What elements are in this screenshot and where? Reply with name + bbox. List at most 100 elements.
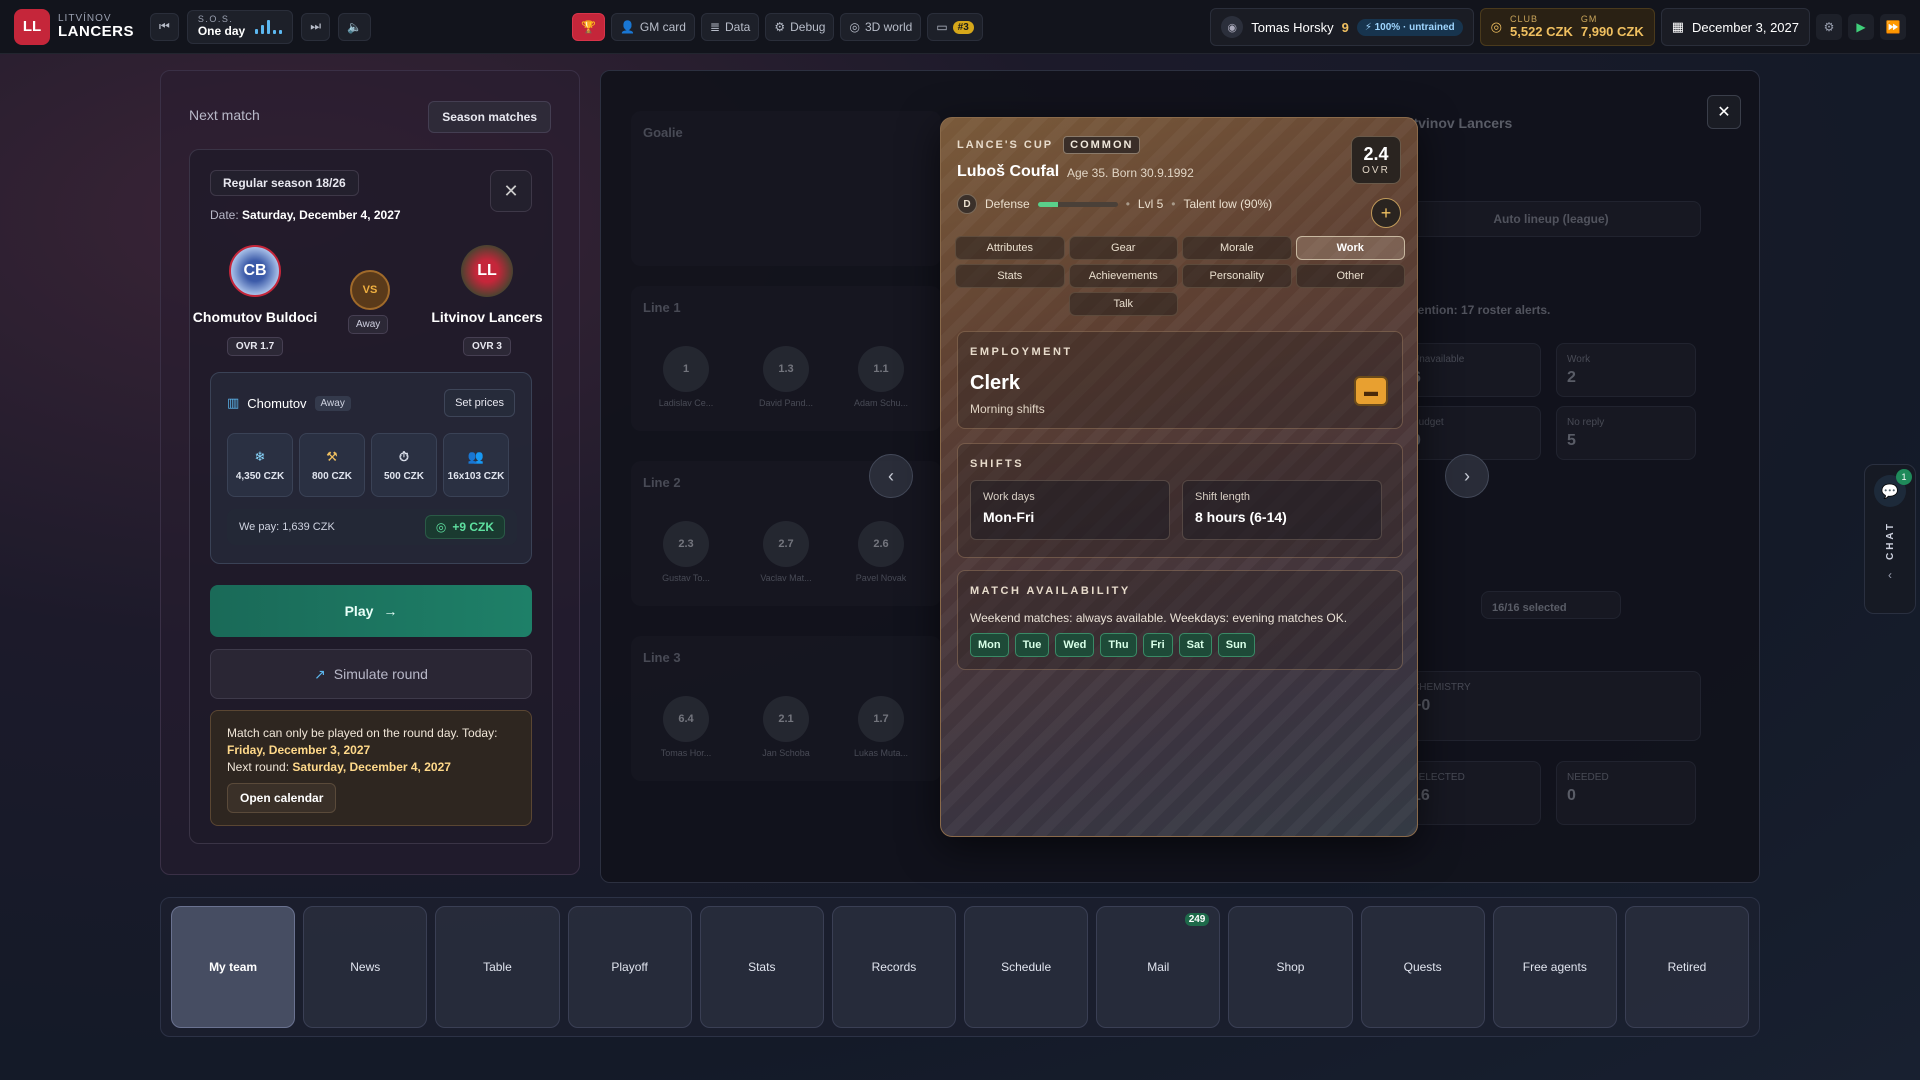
venue-name: Chomutov xyxy=(247,395,307,411)
gm-card-button[interactable]: 👤 GM card xyxy=(610,13,695,41)
coins-icon: ◎ xyxy=(435,520,447,534)
price-list: ❄ 4,350 CZK ⚒ 800 CZK ⏱ 500 CZK 👥 16x103 CZK xyxy=(227,433,509,497)
play-button[interactable]: Play → xyxy=(210,585,532,637)
availability-text: Weekend matches: always available. Weekd… xyxy=(970,611,1348,625)
availability-section: MATCH AVAILABILITY Weekend matches: alwa… xyxy=(957,570,1403,670)
add-button[interactable]: + xyxy=(1371,198,1401,228)
nav-quests[interactable]: Quests xyxy=(1360,906,1485,1028)
trend-up-icon: ↗ xyxy=(314,665,326,682)
prev-player-button[interactable]: ‹ xyxy=(869,454,913,498)
nav-records[interactable]: Records xyxy=(831,906,957,1028)
nav-shop[interactable]: Shop xyxy=(1228,906,1353,1028)
chat-rail[interactable]: 💬 1 CHAT ‹ xyxy=(1864,464,1916,614)
tab-personality[interactable]: Personality xyxy=(1182,264,1292,288)
money-box[interactable]: ◎ CLUB 5,522 CZK GM 7,990 CZK xyxy=(1479,8,1655,46)
nav-news[interactable]: News xyxy=(303,906,428,1028)
next-player-button[interactable]: › xyxy=(1445,454,1489,498)
away-crest: LL xyxy=(461,245,513,297)
venue-head: ▥ Chomutov Away xyxy=(227,395,351,411)
job-title: Clerk xyxy=(970,372,1021,394)
nav-mail[interactable]: Mail 249 xyxy=(1096,906,1221,1028)
play-icon[interactable]: ▶ xyxy=(1848,14,1874,40)
nav-table[interactable]: Table xyxy=(435,906,560,1028)
tab-attributes[interactable]: Attributes xyxy=(955,236,1065,260)
day-fri: Fri xyxy=(1142,633,1173,657)
skip-back-button[interactable]: ⏮ xyxy=(150,12,179,41)
hammer-icon: ⚒ xyxy=(326,448,338,464)
close-button[interactable]: ✕ xyxy=(1707,95,1741,129)
close-icon: ✕ xyxy=(1717,104,1731,121)
round-notice: Match can only be played on the round da… xyxy=(210,710,532,826)
venue-box: ▥ Chomutov Away Set prices ❄ 4,350 CZK ⚒ 8… xyxy=(210,372,532,564)
away-ovr: OVR 3 xyxy=(462,337,511,356)
home-crest: CB xyxy=(229,245,281,297)
database-icon: ≣ xyxy=(709,20,720,34)
club-logo[interactable]: LL xyxy=(14,8,50,45)
nav-free-agents[interactable]: Free agents xyxy=(1492,906,1617,1028)
inbox-button[interactable]: ▭ #3 xyxy=(927,13,983,41)
tab-gear[interactable]: Gear xyxy=(1068,236,1178,260)
venue-tag: Away xyxy=(314,395,351,411)
away-team[interactable]: LL Litvinov Lancers OVR 3 xyxy=(422,245,552,356)
trophy-button[interactable]: 🏆 xyxy=(572,13,605,41)
sound-button[interactable]: 🔈 xyxy=(338,12,371,41)
price-time: ⏱ 500 CZK xyxy=(371,433,437,497)
season-matches-button[interactable]: Season matches xyxy=(428,101,551,133)
player-card-modal: LANCE'S CUP COMMON Luboš Coufal Age 35. … xyxy=(940,117,1418,837)
swords-icon[interactable]: ✕ xyxy=(490,170,532,212)
level: Lvl 5 xyxy=(1137,197,1164,211)
chat-icon[interactable]: 💬 1 xyxy=(1874,469,1912,507)
chevron-right-icon: › xyxy=(1464,465,1470,486)
tab-work[interactable]: Work xyxy=(1295,236,1405,260)
simulate-round-button[interactable]: ↗ Simulate round xyxy=(210,649,532,699)
open-calendar-button[interactable]: Open calendar xyxy=(227,783,337,814)
nav-schedule[interactable]: Schedule xyxy=(964,906,1089,1028)
player-age: Age 35. Born 30.9.1992 xyxy=(1067,166,1194,180)
day-sun: Sun xyxy=(1217,633,1255,657)
manager-profile[interactable]: ◉ Tomas Horsky 9 ⚡ 100% · untrained xyxy=(1210,8,1474,46)
tab-morale[interactable]: Morale xyxy=(1182,236,1292,260)
club-money: CLUB 5,522 CZK xyxy=(1510,13,1573,39)
inbox-icon: ▭ xyxy=(936,20,948,34)
employment-section: EMPLOYMENT Clerk Morning shifts ▬ xyxy=(957,331,1403,429)
settings-icon[interactable]: ⚙ xyxy=(1816,14,1842,40)
tab-talk[interactable]: Talk xyxy=(1068,292,1178,316)
position-row: D Defense • Lvl 5 • Talent low (90%) xyxy=(957,194,1272,214)
match-card: Regular season 18/26 ✕ Date: Saturday, D… xyxy=(189,149,553,844)
nav-playoff[interactable]: Playoff xyxy=(567,906,692,1028)
skip-forward-button[interactable]: ⏭ xyxy=(301,12,330,41)
top-nav: 🏆 👤 GM card ≣ Data ⚙ Debug ◎ 3D world ▭ #3 xyxy=(572,13,983,41)
date-display[interactable]: ▦ December 3, 2027 xyxy=(1660,8,1810,46)
club-title: LITVÍNOV LANCERS xyxy=(58,14,134,40)
chevron-left-icon[interactable]: ‹ xyxy=(1888,568,1892,582)
home-team-name: Chomutov Buldoci xyxy=(192,309,318,325)
nav-stats[interactable]: Stats xyxy=(699,906,824,1028)
pay-row: We pay: 1,639 CZK ◎ +9 CZK xyxy=(227,509,517,545)
mail-badge: 249 xyxy=(1184,913,1210,926)
data-button[interactable]: ≣ Data xyxy=(700,13,760,41)
sos-speed-control[interactable]: S.O.S. One day xyxy=(186,9,294,44)
tab-stats[interactable]: Stats xyxy=(955,264,1065,288)
speed-bars-icon xyxy=(255,19,283,34)
3d-world-button[interactable]: ◎ 3D world xyxy=(840,13,922,41)
gm-money: GM 7,990 CZK xyxy=(1580,13,1644,39)
tab-other[interactable]: Other xyxy=(1295,264,1405,288)
set-prices-button[interactable]: Set prices xyxy=(444,389,515,417)
role: Defense xyxy=(985,197,1030,211)
day-thu: Thu xyxy=(1100,633,1137,657)
coins-icon: ◎ xyxy=(1490,19,1502,34)
rarity-badge: COMMON xyxy=(1063,136,1141,154)
xp-progress xyxy=(1037,201,1118,207)
chat-count: 1 xyxy=(1896,469,1912,485)
nav-my-team[interactable]: My team xyxy=(171,906,296,1028)
home-team[interactable]: CB Chomutov Buldoci OVR 1.7 xyxy=(190,245,320,356)
away-pill: Away xyxy=(348,315,389,334)
nav-retired[interactable]: Retired xyxy=(1624,906,1750,1028)
bug-icon: ⚙ xyxy=(774,20,786,34)
card-header: LANCE'S CUP COMMON xyxy=(957,136,1141,154)
tab-achievements[interactable]: Achievements xyxy=(1068,264,1178,288)
away-team-name: Litvinov Lancers xyxy=(431,309,543,325)
debug-button[interactable]: ⚙ Debug xyxy=(765,13,835,41)
fast-forward-icon[interactable]: ⏩ xyxy=(1880,14,1906,40)
price-fans: 👥 16x103 CZK xyxy=(443,433,509,497)
